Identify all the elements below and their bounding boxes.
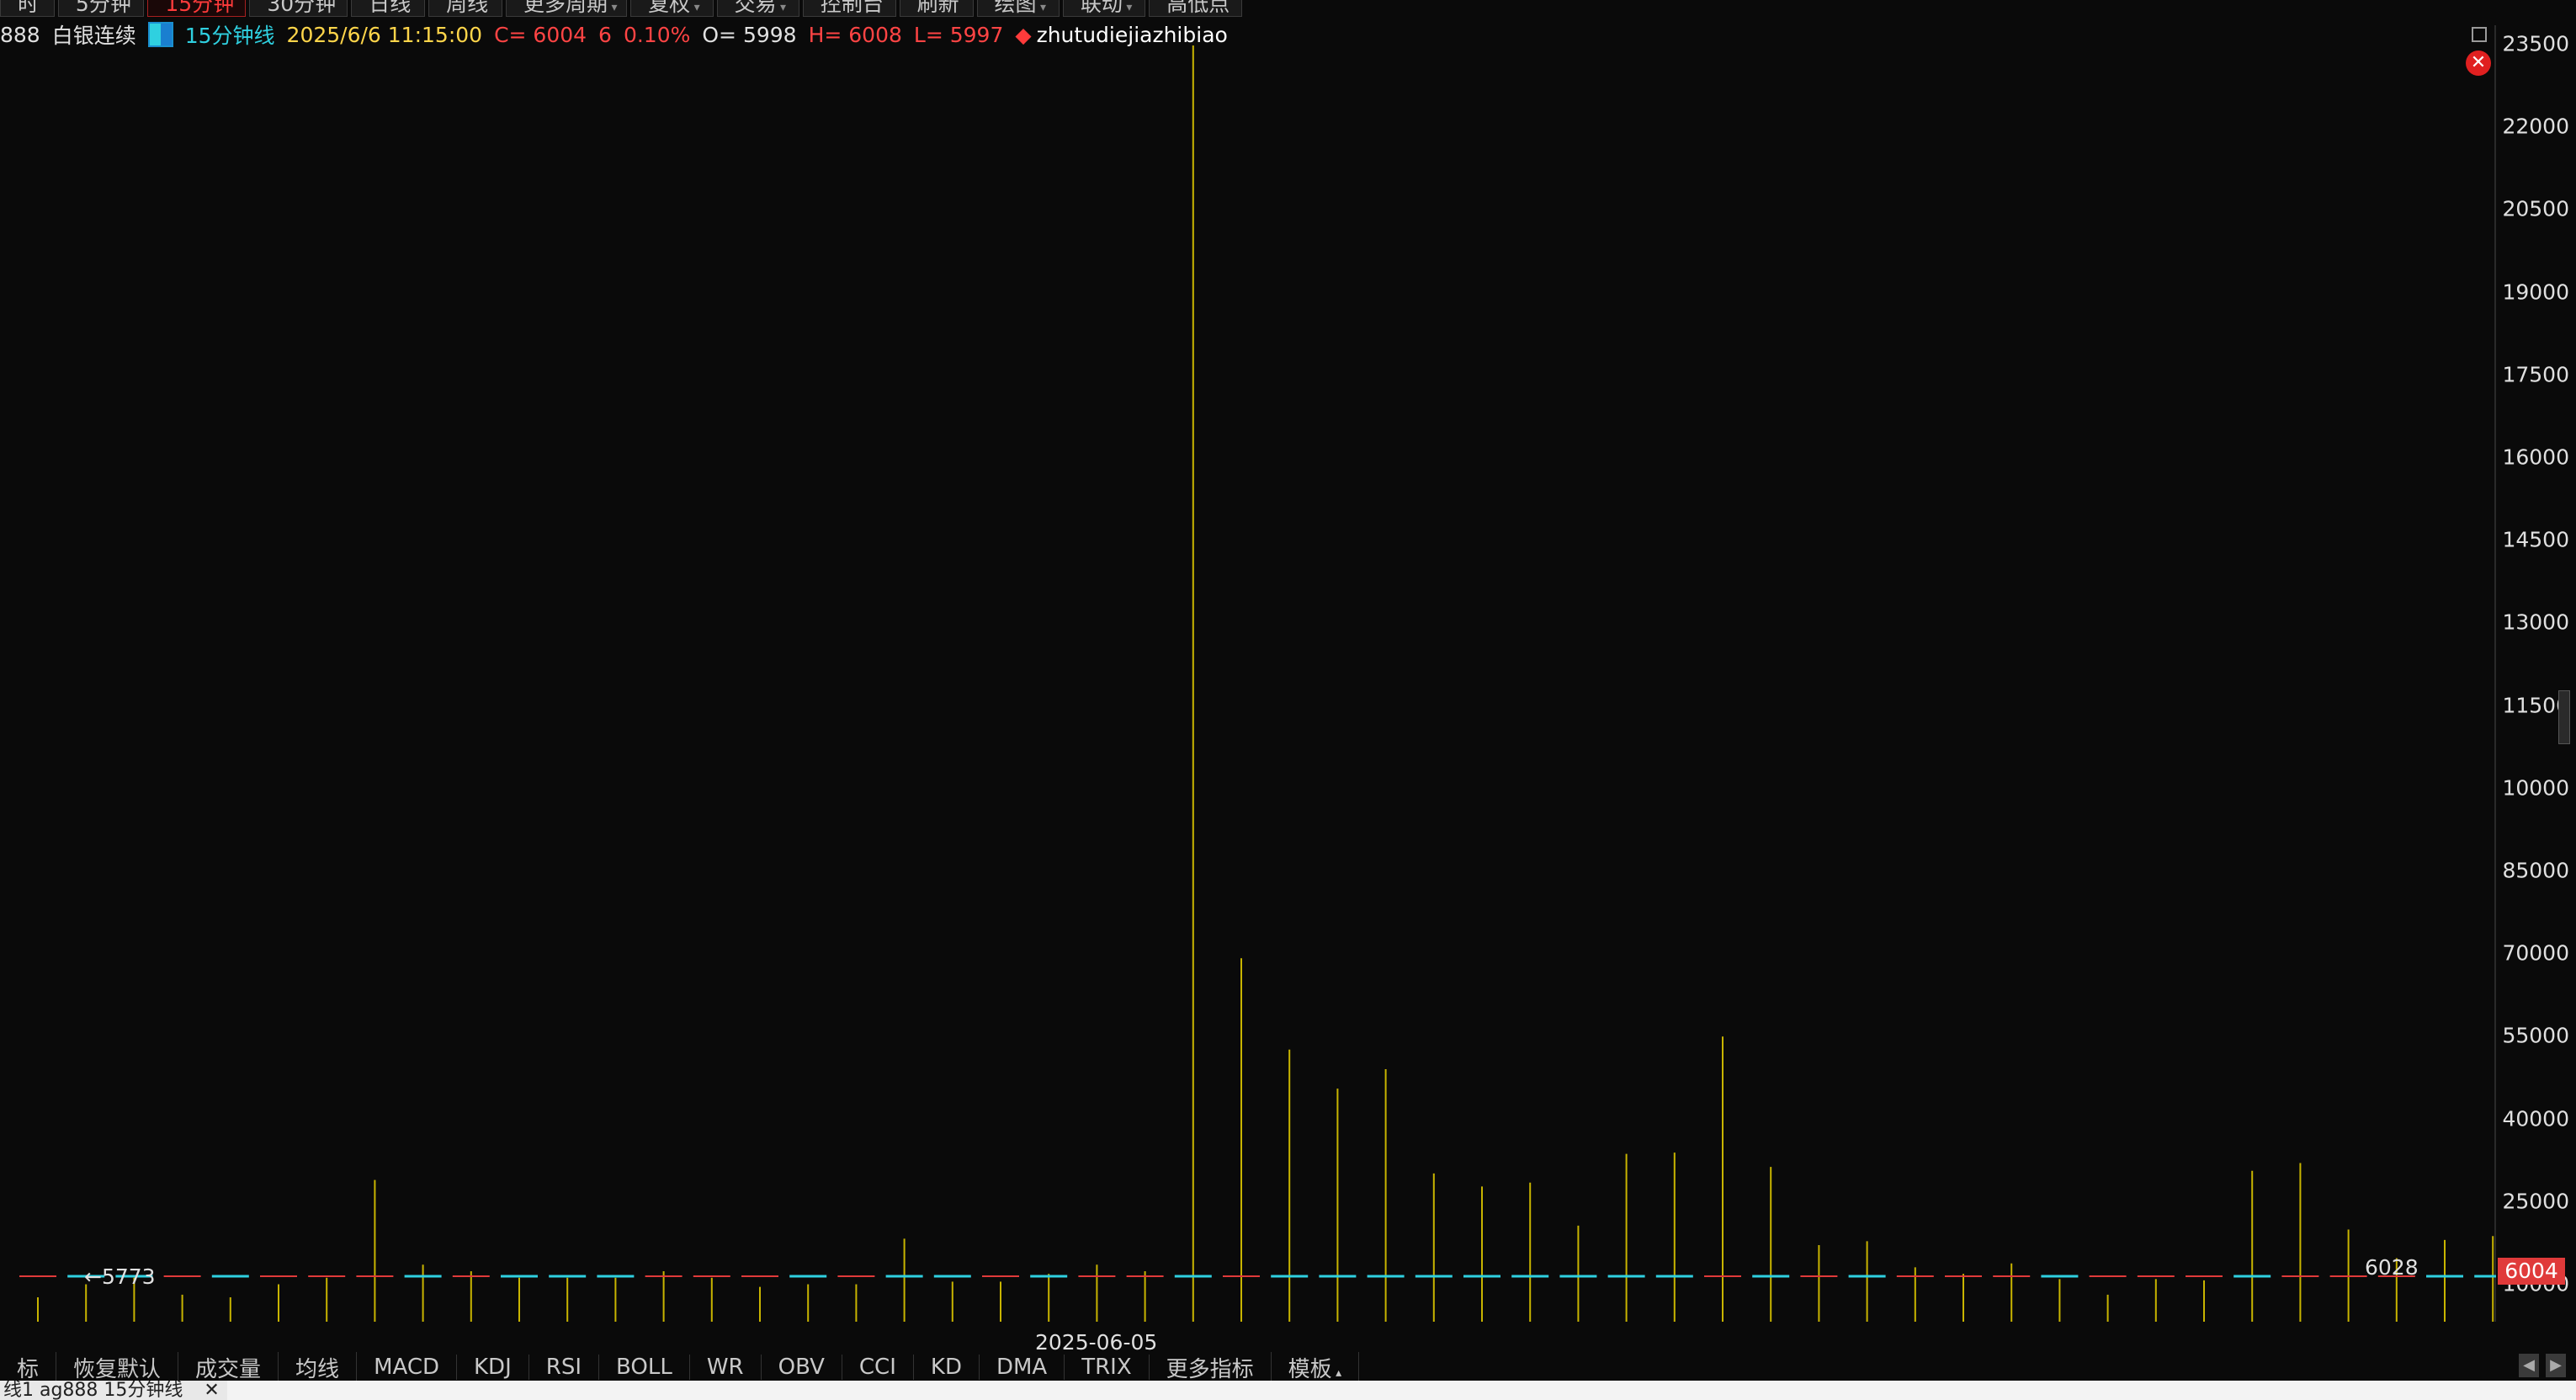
y-tick-label: 20500: [2502, 196, 2569, 221]
indicator-tab-6[interactable]: RSI: [529, 1355, 599, 1380]
y-tick-label: 40000: [2502, 1106, 2569, 1131]
period-button-5[interactable]: 周线: [428, 0, 502, 17]
y-tick-label: 85000: [2502, 858, 2569, 883]
status-bar: [227, 1381, 2576, 1400]
indicator-tab-4[interactable]: MACD: [357, 1355, 457, 1380]
indicator-tab-0[interactable]: 标: [0, 1351, 57, 1383]
period-button-3[interactable]: 30分钟: [249, 0, 348, 17]
scroll-left-icon[interactable]: ◀: [2519, 1354, 2539, 1377]
chart-window: 时5分钟15分钟30分钟日线周线更多周期复权交易控制台刷新绘图联动高低点 888…: [0, 0, 2576, 1400]
scrollbar-handle[interactable]: [2558, 690, 2570, 744]
y-tick-label: 23500: [2502, 31, 2569, 56]
indicator-tab-12[interactable]: DMA: [980, 1355, 1065, 1380]
indicator-tab-1[interactable]: 恢复默认: [56, 1351, 179, 1383]
y-tick-label: 19000: [2502, 279, 2569, 305]
indicator-tab-13[interactable]: TRIX: [1065, 1355, 1150, 1380]
window-tab[interactable]: 线1 ag888 15分钟线 ✕: [0, 1381, 227, 1400]
close-tab-icon[interactable]: ✕: [204, 1381, 219, 1400]
y-tick-label: 10000: [2502, 775, 2569, 801]
right-price-label: 6028: [2365, 1255, 2419, 1280]
period-button-0[interactable]: 时: [0, 0, 55, 17]
y-tick-label: 16000: [2502, 444, 2569, 470]
indicator-tab-bar: 标恢复默认 成交量 均线 MACD KDJ RSI BOLL WR OBV CCI KD DMA TRI…: [0, 1351, 2576, 1383]
maximize-icon[interactable]: [2472, 27, 2487, 42]
period-button-12[interactable]: 联动: [1062, 0, 1146, 17]
date-axis-label: 2025-06-05: [1035, 1330, 1158, 1355]
period-button-7[interactable]: 复权: [630, 0, 714, 17]
window-tab-label: 线1 ag888 15分钟线: [3, 1381, 183, 1400]
volume-chart-svg: ←5773 6028: [19, 45, 2496, 1322]
close-indicator-icon[interactable]: ✕: [2466, 51, 2491, 76]
y-tick-label: 70000: [2502, 940, 2569, 966]
period-button-6[interactable]: 更多周期: [505, 0, 628, 17]
indicator-tab-11[interactable]: KD: [914, 1355, 980, 1380]
indicator-tab-14[interactable]: 更多指标: [1150, 1351, 1272, 1383]
period-button-10[interactable]: 刷新: [899, 0, 974, 17]
y-tick-label: 22000: [2502, 114, 2569, 139]
nav-arrows: ◀ ▶: [2519, 1354, 2566, 1377]
period-button-4[interactable]: 日线: [351, 0, 426, 17]
y-tick-label: 14500: [2502, 527, 2569, 552]
main-chart-area[interactable]: ←5773 6028: [0, 25, 2496, 1322]
indicator-tab-3[interactable]: 均线: [279, 1351, 358, 1383]
indicator-tab-5[interactable]: KDJ: [457, 1355, 529, 1380]
y-tick-label: 13000: [2502, 610, 2569, 635]
y-tick-label: 25000: [2502, 1189, 2569, 1214]
period-button-9[interactable]: 控制台: [802, 0, 896, 17]
scroll-right-icon[interactable]: ▶: [2546, 1354, 2566, 1377]
indicator-tab-7[interactable]: BOLL: [599, 1355, 690, 1380]
indicator-tab-9[interactable]: OBV: [762, 1355, 842, 1380]
indicator-tab-10[interactable]: CCI: [842, 1355, 914, 1380]
period-button-11[interactable]: 绘图: [976, 0, 1060, 17]
indicator-tab-15[interactable]: 模板: [1272, 1351, 1360, 1383]
left-price-label: ←5773: [84, 1264, 156, 1289]
indicator-tab-2[interactable]: 成交量: [178, 1351, 279, 1383]
indicator-tab-8[interactable]: WR: [690, 1355, 762, 1380]
y-tick-label: 17500: [2502, 362, 2569, 387]
period-toolbar: 时5分钟15分钟30分钟日线周线更多周期复权交易控制台刷新绘图联动高低点: [0, 0, 1246, 17]
y-tick-label: 55000: [2502, 1023, 2569, 1048]
period-button-1[interactable]: 5分钟: [57, 0, 145, 17]
period-button-2[interactable]: 15分钟: [147, 0, 247, 17]
period-button-8[interactable]: 交易: [716, 0, 799, 17]
period-button-13[interactable]: 高低点: [1149, 0, 1243, 17]
last-price-badge: 6004: [2498, 1258, 2565, 1285]
price-axis: 23500 22000 20500 19000 17500 16000 14500 13000…: [2496, 0, 2576, 1330]
